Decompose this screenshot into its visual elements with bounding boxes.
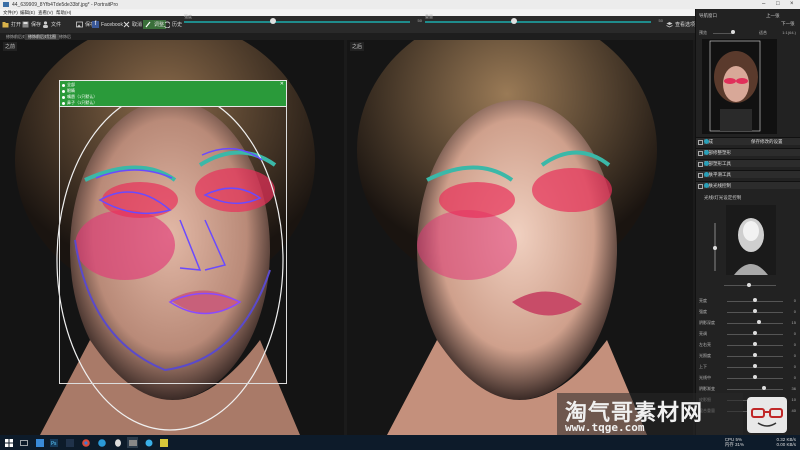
- slider-knob[interactable]: [753, 309, 757, 313]
- detect-button[interactable]: 文件: [42, 20, 61, 29]
- menu-bar: 文件(F) 编辑(E) 查看(V) 帮助(H): [0, 9, 800, 16]
- help-icon[interactable]: [704, 139, 709, 144]
- qq-icon[interactable]: [112, 437, 123, 448]
- start-icon[interactable]: [3, 437, 14, 448]
- cancel-button[interactable]: 取消: [123, 20, 142, 29]
- help-icon[interactable]: [704, 150, 709, 155]
- undo-icon: [163, 21, 171, 29]
- window-title: 44_639909_8Yfb4Tde5de33bf.jpg* - Portrai…: [12, 2, 118, 8]
- layers-icon: [666, 21, 673, 28]
- before-label: 之前: [3, 42, 18, 51]
- section-face-sculpt[interactable]: 面部塑形工具: [696, 159, 800, 167]
- brush-icon: [145, 21, 152, 28]
- lighting-slider-row[interactable]: 左右亮 0: [699, 341, 798, 348]
- minimize-icon[interactable]: –: [762, 1, 765, 7]
- store-icon[interactable]: [34, 437, 45, 448]
- lightroom-icon[interactable]: [64, 437, 75, 448]
- after-label: 之后: [350, 42, 365, 51]
- system-tray: 0.32 KB/s 0.00 KB/s: [776, 437, 796, 447]
- person-icon: [42, 21, 49, 28]
- lighting-slider-row[interactable]: 上下 0: [699, 363, 798, 370]
- lighting-slider-row[interactable]: 强度 0: [699, 308, 798, 315]
- slider-knob[interactable]: [511, 18, 517, 24]
- help-icon[interactable]: [704, 172, 709, 177]
- weight-slider[interactable]: 重量 50: [425, 14, 663, 25]
- lighting-slider-row[interactable]: 阴影渐变 36: [699, 385, 798, 392]
- zoom-slider-knob[interactable]: [731, 30, 735, 34]
- zoom-row: 预览 适合 1:1(64.): [699, 30, 796, 36]
- watermark-banner: 淘气哥素材网 www.tqge.com: [557, 393, 743, 438]
- section-skin-lighting[interactable]: 皮肤光线控制: [696, 181, 800, 189]
- save-settings-link[interactable]: 保存修改的设置: [751, 139, 783, 145]
- feature-option-nose[interactable]: 鼻子（1只默认）: [62, 100, 97, 106]
- dialog-close-icon[interactable]: ✕: [280, 81, 284, 87]
- slider-knob[interactable]: [753, 342, 757, 346]
- strength-slider[interactable]: 强度 50: [184, 14, 422, 25]
- lighting-slider-row[interactable]: 光照度 0: [699, 352, 798, 359]
- photoshop-icon[interactable]: Ps: [48, 437, 59, 448]
- slider-knob[interactable]: [753, 298, 757, 302]
- facebook-button[interactable]: f Facebook: [92, 20, 123, 29]
- app-icon[interactable]: [143, 437, 154, 448]
- browser-icon[interactable]: [96, 437, 107, 448]
- slider-knob[interactable]: [753, 353, 757, 357]
- lighting-head-preview[interactable]: [726, 205, 776, 275]
- window-title-bar: 44_639909_8Yfb4Tde5de33bf.jpg* - Portrai…: [0, 0, 800, 9]
- zoom-value: 1:1(64.): [782, 30, 796, 35]
- save-button[interactable]: 保存: [22, 20, 41, 29]
- slider-knob[interactable]: [713, 246, 717, 250]
- view-options-button[interactable]: 查看选项: [666, 20, 695, 29]
- help-icon[interactable]: [704, 183, 709, 188]
- before-image-pane[interactable]: 之前 ✕ 全部 眼睛 嘴唇（1只默认） 鼻子（1只默认）: [0, 40, 344, 435]
- resource-monitor: CPU 5% 内存 31%: [724, 437, 744, 447]
- task-view-icon[interactable]: [18, 437, 29, 448]
- section-face-shape[interactable]: 面部修整塑形: [696, 148, 800, 156]
- lighting-control-label: 光线/灯光设定控制: [704, 195, 742, 200]
- app-icon: [3, 2, 9, 7]
- view-mode-tabs: 修饰前后对比 修饰前后对比图 修饰后: [0, 33, 695, 40]
- watermark-logo-icon: [747, 397, 787, 433]
- slider-knob[interactable]: [756, 320, 761, 324]
- svg-text:Ps: Ps: [51, 441, 57, 447]
- slider-knob[interactable]: [753, 375, 757, 379]
- help-icon[interactable]: [704, 161, 709, 166]
- chrome-icon[interactable]: [80, 437, 91, 448]
- face-selection-box[interactable]: [59, 80, 287, 384]
- right-control-panel: 导航窗口 上一张 下一张 预览 适合 1:1(64.) 完成 保存修改的设置 面…: [695, 9, 800, 435]
- facebook-icon: f: [92, 21, 99, 28]
- lighting-slider-row[interactable]: 光线中 0: [699, 374, 798, 381]
- slider-knob[interactable]: [270, 18, 276, 24]
- main-toolbar: 打开 保存 文件 保存 f Facebook 取消 调整 历史 强度 50 重量…: [0, 14, 800, 34]
- slider-knob[interactable]: [747, 283, 751, 287]
- watermark-url: www.tqge.com: [565, 421, 645, 434]
- portrait-after-image: [347, 40, 693, 435]
- navigator-title: 导航窗口: [699, 13, 717, 18]
- section-finish[interactable]: 完成 保存修改的设置: [696, 137, 800, 145]
- next-button[interactable]: 下一张: [781, 21, 795, 27]
- cross-icon: [123, 21, 130, 28]
- prev-button[interactable]: 上一张: [766, 13, 780, 19]
- section-skin-smoothing[interactable]: 皮肤平滑工具: [696, 170, 800, 178]
- lighting-slider-row[interactable]: 亮度 0: [699, 297, 798, 304]
- fit-button[interactable]: 适合: [759, 30, 767, 36]
- slider-knob[interactable]: [753, 364, 757, 368]
- lighting-slider-row[interactable]: 亮调 0: [699, 330, 798, 337]
- lighting-slider-row[interactable]: 阴影深度 15: [699, 319, 798, 326]
- folder-icon: [2, 21, 9, 28]
- open-button[interactable]: 打开: [2, 20, 21, 29]
- slider-knob[interactable]: [753, 331, 757, 335]
- windows-taskbar: Ps 0.32 KB/s 0.00 KB/s CPU 5% 内存 31%: [0, 435, 800, 450]
- history-button[interactable]: 历史: [163, 20, 182, 29]
- close-icon[interactable]: ×: [790, 1, 794, 7]
- navigator-thumbnail[interactable]: [702, 39, 777, 134]
- save-icon: [22, 21, 29, 28]
- image-icon: [76, 21, 83, 28]
- portraitpro-taskbar-icon[interactable]: [127, 437, 138, 448]
- network-speed-down: 0.00 KB/s: [776, 442, 796, 447]
- app-icon[interactable]: [158, 437, 169, 448]
- maximize-icon[interactable]: □: [776, 1, 780, 7]
- face-features-dialog: ✕ 全部 眼睛 嘴唇（1只默认） 鼻子（1只默认）: [59, 80, 287, 107]
- after-image-pane[interactable]: 之后: [347, 40, 693, 435]
